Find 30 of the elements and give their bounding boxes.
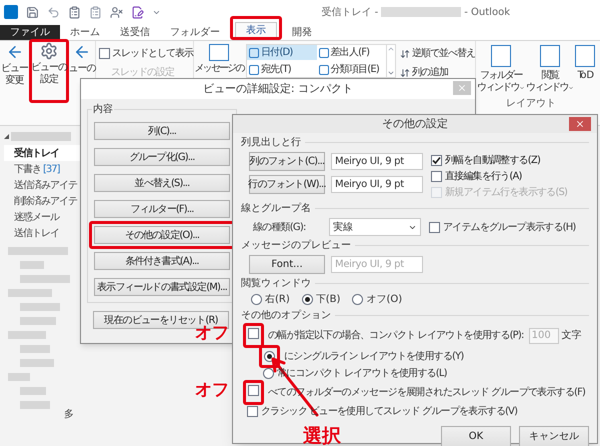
section-heading: 閲覧ウィンドウ	[241, 277, 311, 290]
checkbox-label: 列幅を自動調整する(Z)	[445, 154, 540, 167]
dialog-title: その他の設定	[382, 116, 448, 132]
checkbox-label: 新規アイテム行を表示する(S)	[445, 186, 568, 199]
annotation-label: オフ	[195, 380, 229, 400]
checkbox-label: 直接編集を行う(A)	[445, 170, 522, 183]
checkbox-label: スレッドとして表示	[112, 46, 193, 61]
font-value-field: Meiryo UI, 9 pt	[331, 153, 423, 170]
radio-label: 右(R)	[265, 293, 290, 306]
unit-label: 文字	[562, 329, 582, 342]
radio-label: にシングルライン レイアウトを使用する(Y)	[284, 350, 464, 363]
font-value-field: Meiryo UI, 9 pt	[331, 256, 423, 273]
window-title: 受信トレイ -	[321, 6, 378, 20]
radio-label: 下(B)	[316, 293, 340, 306]
section-heading: 線とグループ名	[241, 202, 311, 215]
folder-name-fragment: 多	[64, 408, 74, 422]
section-heading: メッセージのプレビュー	[241, 239, 351, 252]
unread-count: [37]	[43, 162, 60, 176]
checkbox-label: の幅が指定以下の場合、コンパクト レイアウトを使用する(P):	[268, 329, 524, 342]
annotation-label: 選択	[303, 425, 341, 446]
section-heading: その他のオプション	[241, 309, 331, 322]
dialog-title: ビューの詳細設定: コンパクト	[202, 80, 354, 97]
group-label: レイアウト	[505, 97, 556, 111]
field-label: 線の種類(G):	[253, 220, 307, 234]
window-title: - Outlook	[464, 6, 510, 20]
width-value-field: 100	[528, 328, 559, 344]
radio-label: オフ(O)	[366, 293, 402, 306]
checkbox-label: アイテムをグループ表示する(H)	[443, 220, 576, 234]
font-value-field: Meiryo UI, 9 pt	[331, 176, 423, 193]
section-heading: 列見出しと行	[241, 136, 301, 149]
